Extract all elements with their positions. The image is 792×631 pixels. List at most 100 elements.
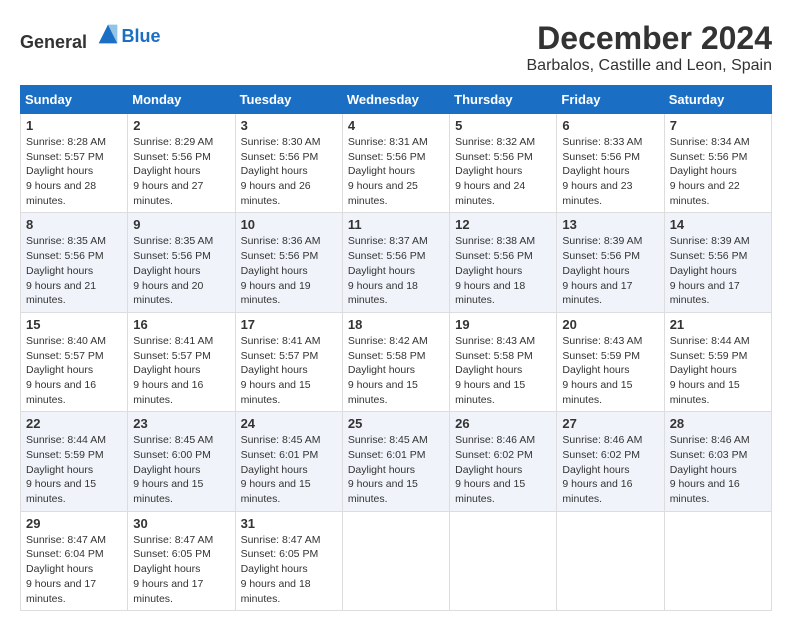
sunset-label: Sunset: 5:56 PM [133, 250, 211, 262]
sunset-label: Sunset: 5:56 PM [133, 151, 211, 163]
sunset-label: Sunset: 5:57 PM [241, 350, 319, 362]
sunrise-label: Sunrise: 8:39 AM [562, 235, 642, 247]
daylight-value: 9 hours and 25 minutes. [348, 180, 418, 207]
sunset-label: Sunset: 5:57 PM [133, 350, 211, 362]
daylight-value: 9 hours and 15 minutes. [562, 379, 632, 406]
header-day-friday: Friday [557, 86, 664, 114]
daylight-value: 9 hours and 24 minutes. [455, 180, 525, 207]
calendar-cell: 5 Sunrise: 8:32 AM Sunset: 5:56 PM Dayli… [450, 114, 557, 213]
sunrise-label: Sunrise: 8:35 AM [26, 235, 106, 247]
calendar-cell: 24 Sunrise: 8:45 AM Sunset: 6:01 PM Dayl… [235, 412, 342, 511]
calendar-week-row: 22 Sunrise: 8:44 AM Sunset: 5:59 PM Dayl… [21, 412, 772, 511]
daylight-value: 9 hours and 26 minutes. [241, 180, 311, 207]
daylight-label: Daylight hours [670, 265, 737, 277]
sunset-label: Sunset: 5:56 PM [241, 250, 319, 262]
calendar-cell: 2 Sunrise: 8:29 AM Sunset: 5:56 PM Dayli… [128, 114, 235, 213]
daylight-value: 9 hours and 21 minutes. [26, 280, 96, 307]
header-day-wednesday: Wednesday [342, 86, 449, 114]
daylight-label: Daylight hours [670, 464, 737, 476]
daylight-value: 9 hours and 15 minutes. [133, 478, 203, 505]
sunrise-label: Sunrise: 8:32 AM [455, 136, 535, 148]
day-number: 14 [670, 217, 766, 232]
sunrise-label: Sunrise: 8:41 AM [133, 335, 213, 347]
calendar-cell: 18 Sunrise: 8:42 AM Sunset: 5:58 PM Dayl… [342, 312, 449, 411]
sunset-label: Sunset: 6:01 PM [241, 449, 319, 461]
daylight-label: Daylight hours [455, 265, 522, 277]
day-number: 1 [26, 118, 122, 133]
daylight-label: Daylight hours [562, 165, 629, 177]
sunset-label: Sunset: 5:57 PM [26, 350, 104, 362]
day-info: Sunrise: 8:47 AM Sunset: 6:04 PM Dayligh… [26, 533, 122, 606]
daylight-label: Daylight hours [26, 364, 93, 376]
daylight-value: 9 hours and 16 minutes. [133, 379, 203, 406]
calendar-cell [450, 511, 557, 610]
daylight-label: Daylight hours [455, 165, 522, 177]
sunrise-label: Sunrise: 8:47 AM [241, 534, 321, 546]
daylight-label: Daylight hours [348, 464, 415, 476]
daylight-label: Daylight hours [562, 464, 629, 476]
day-number: 19 [455, 317, 551, 332]
day-number: 26 [455, 416, 551, 431]
calendar-cell: 20 Sunrise: 8:43 AM Sunset: 5:59 PM Dayl… [557, 312, 664, 411]
sunrise-label: Sunrise: 8:44 AM [670, 335, 750, 347]
day-number: 29 [26, 516, 122, 531]
daylight-value: 9 hours and 15 minutes. [348, 478, 418, 505]
daylight-label: Daylight hours [133, 265, 200, 277]
sunset-label: Sunset: 6:02 PM [562, 449, 640, 461]
day-info: Sunrise: 8:34 AM Sunset: 5:56 PM Dayligh… [670, 135, 766, 208]
day-number: 8 [26, 217, 122, 232]
daylight-value: 9 hours and 15 minutes. [455, 478, 525, 505]
calendar-cell: 14 Sunrise: 8:39 AM Sunset: 5:56 PM Dayl… [664, 213, 771, 312]
day-number: 25 [348, 416, 444, 431]
day-info: Sunrise: 8:47 AM Sunset: 6:05 PM Dayligh… [133, 533, 229, 606]
calendar-cell: 30 Sunrise: 8:47 AM Sunset: 6:05 PM Dayl… [128, 511, 235, 610]
daylight-value: 9 hours and 17 minutes. [670, 280, 740, 307]
sunrise-label: Sunrise: 8:39 AM [670, 235, 750, 247]
calendar-cell: 28 Sunrise: 8:46 AM Sunset: 6:03 PM Dayl… [664, 412, 771, 511]
day-info: Sunrise: 8:45 AM Sunset: 6:01 PM Dayligh… [348, 433, 444, 506]
daylight-value: 9 hours and 17 minutes. [133, 578, 203, 605]
daylight-label: Daylight hours [26, 563, 93, 575]
header-day-sunday: Sunday [21, 86, 128, 114]
logo-general: General [20, 32, 87, 52]
daylight-label: Daylight hours [670, 165, 737, 177]
header-day-tuesday: Tuesday [235, 86, 342, 114]
daylight-label: Daylight hours [133, 364, 200, 376]
day-number: 6 [562, 118, 658, 133]
calendar-cell: 29 Sunrise: 8:47 AM Sunset: 6:04 PM Dayl… [21, 511, 128, 610]
day-info: Sunrise: 8:35 AM Sunset: 5:56 PM Dayligh… [133, 234, 229, 307]
daylight-label: Daylight hours [241, 563, 308, 575]
calendar-cell: 25 Sunrise: 8:45 AM Sunset: 6:01 PM Dayl… [342, 412, 449, 511]
daylight-label: Daylight hours [133, 165, 200, 177]
calendar-cell: 4 Sunrise: 8:31 AM Sunset: 5:56 PM Dayli… [342, 114, 449, 213]
day-info: Sunrise: 8:43 AM Sunset: 5:59 PM Dayligh… [562, 334, 658, 407]
daylight-value: 9 hours and 28 minutes. [26, 180, 96, 207]
sunrise-label: Sunrise: 8:33 AM [562, 136, 642, 148]
sunset-label: Sunset: 5:59 PM [670, 350, 748, 362]
sunset-label: Sunset: 6:02 PM [455, 449, 533, 461]
daylight-value: 9 hours and 17 minutes. [562, 280, 632, 307]
calendar-cell: 22 Sunrise: 8:44 AM Sunset: 5:59 PM Dayl… [21, 412, 128, 511]
sunrise-label: Sunrise: 8:46 AM [455, 434, 535, 446]
day-number: 21 [670, 317, 766, 332]
day-info: Sunrise: 8:40 AM Sunset: 5:57 PM Dayligh… [26, 334, 122, 407]
day-number: 9 [133, 217, 229, 232]
sunset-label: Sunset: 5:56 PM [348, 151, 426, 163]
sunrise-label: Sunrise: 8:38 AM [455, 235, 535, 247]
daylight-label: Daylight hours [348, 265, 415, 277]
day-info: Sunrise: 8:38 AM Sunset: 5:56 PM Dayligh… [455, 234, 551, 307]
daylight-label: Daylight hours [562, 364, 629, 376]
daylight-value: 9 hours and 18 minutes. [241, 578, 311, 605]
sunset-label: Sunset: 5:58 PM [455, 350, 533, 362]
sunset-label: Sunset: 6:04 PM [26, 548, 104, 560]
day-info: Sunrise: 8:42 AM Sunset: 5:58 PM Dayligh… [348, 334, 444, 407]
day-number: 27 [562, 416, 658, 431]
day-number: 18 [348, 317, 444, 332]
daylight-label: Daylight hours [26, 265, 93, 277]
logo-icon [94, 20, 122, 48]
day-number: 17 [241, 317, 337, 332]
sunset-label: Sunset: 5:56 PM [455, 250, 533, 262]
daylight-label: Daylight hours [455, 464, 522, 476]
calendar-cell: 15 Sunrise: 8:40 AM Sunset: 5:57 PM Dayl… [21, 312, 128, 411]
day-info: Sunrise: 8:30 AM Sunset: 5:56 PM Dayligh… [241, 135, 337, 208]
